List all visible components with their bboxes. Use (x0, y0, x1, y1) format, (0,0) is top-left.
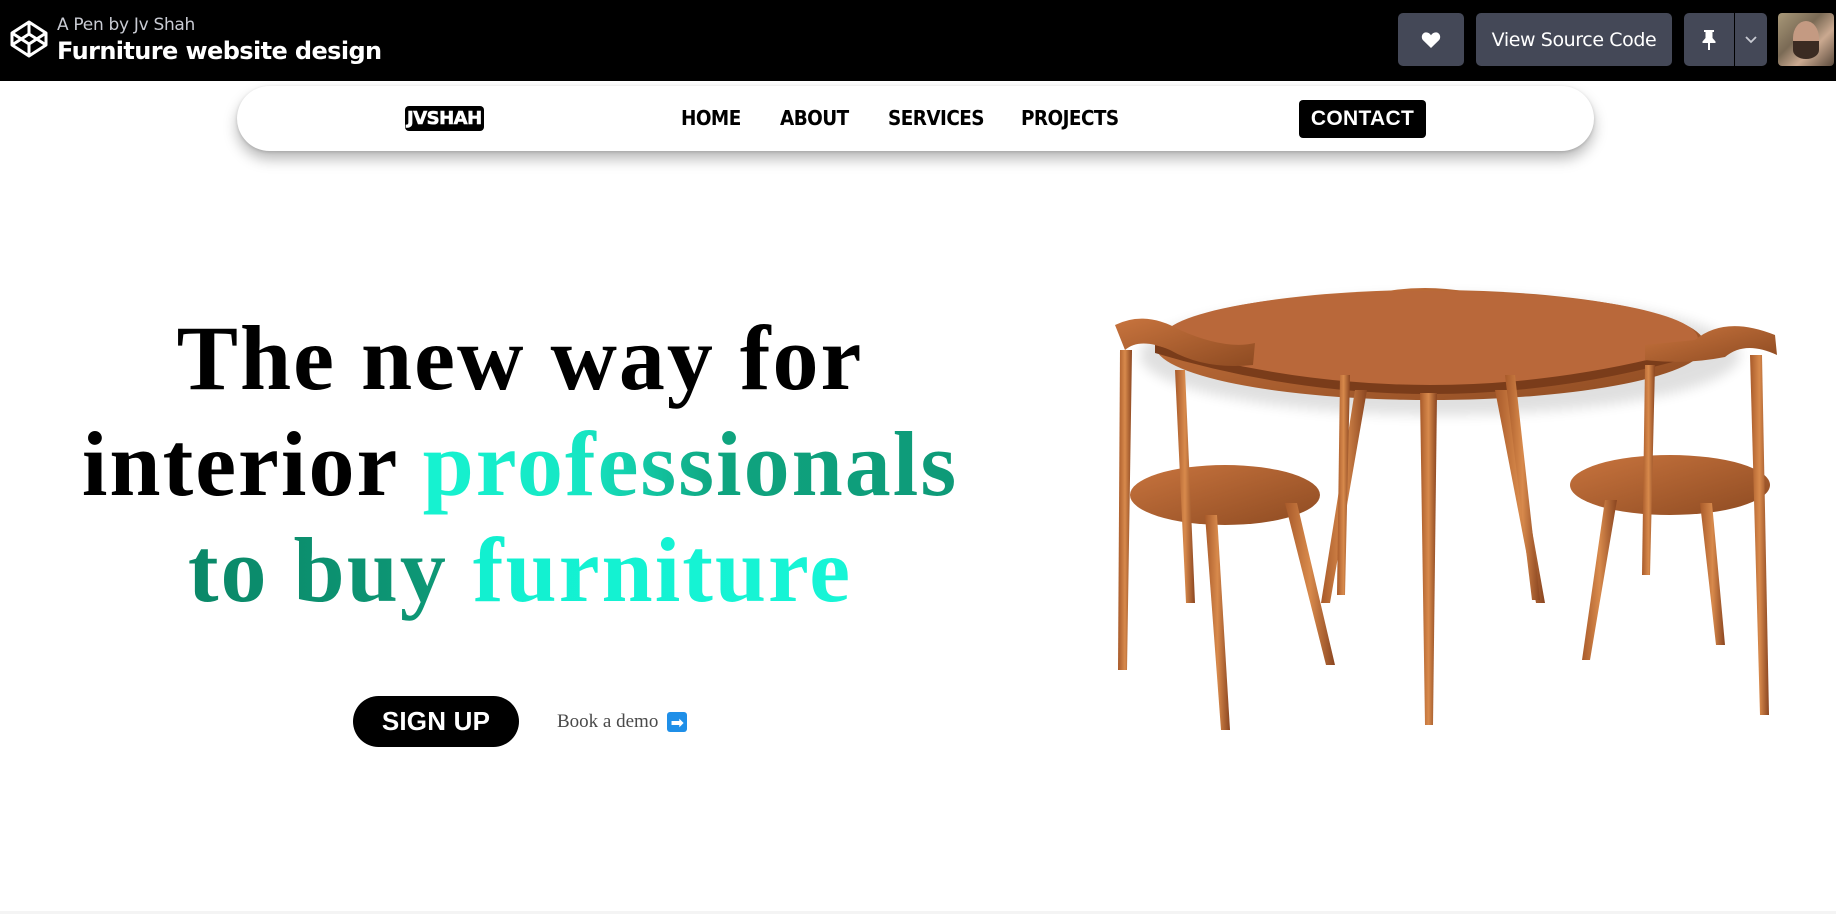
site-navbar: JVSHAH HOME ABOUT SERVICES PROJECTS CONT… (237, 86, 1594, 151)
pen-author[interactable]: A Pen by Jv Shah (57, 15, 382, 35)
arrow-right-icon: ➡ (667, 712, 688, 732)
book-demo-link[interactable]: Book a demo ➡ (557, 711, 688, 733)
hero-line-2: interior professionals (60, 411, 980, 517)
hero-heading: The new way for interior professionals t… (60, 305, 980, 623)
hero-word-professionals: professionals (422, 413, 959, 515)
codepen-header: A Pen by Jv Shah Furniture website desig… (0, 0, 1836, 81)
nav-link-projects[interactable]: PROJECTS (1021, 106, 1119, 130)
hero-word-interior: interior (81, 413, 423, 515)
dining-set-image (1115, 288, 1777, 730)
codepen-logo-icon[interactable] (9, 19, 49, 59)
book-demo-label: Book a demo (557, 711, 659, 732)
hero-line-1: The new way for (176, 307, 864, 409)
nav-link-home[interactable]: HOME (681, 106, 741, 130)
brand-logo[interactable]: JVSHAH (405, 106, 484, 131)
pin-options-button[interactable] (1735, 13, 1767, 66)
user-avatar[interactable] (1778, 13, 1834, 66)
view-source-button[interactable]: View Source Code (1476, 13, 1672, 66)
pin-icon (1702, 29, 1716, 50)
pen-title: Furniture website design (57, 37, 382, 65)
hero-line-3: to buy furniture (60, 517, 980, 623)
contact-button[interactable]: CONTACT (1299, 100, 1426, 138)
signup-button[interactable]: SIGN UP (353, 696, 519, 747)
hero-word-furniture: furniture (472, 519, 853, 621)
pen-titles: A Pen by Jv Shah Furniture website desig… (57, 15, 382, 65)
nav-link-about[interactable]: ABOUT (780, 106, 849, 130)
love-button[interactable] (1398, 13, 1464, 66)
chevron-down-icon (1745, 35, 1757, 43)
hero-words-to-buy: to buy (187, 519, 473, 621)
pin-button[interactable] (1684, 13, 1734, 66)
avatar-beard (1793, 41, 1819, 59)
heart-icon (1421, 31, 1441, 48)
nav-link-services[interactable]: SERVICES (888, 106, 985, 130)
